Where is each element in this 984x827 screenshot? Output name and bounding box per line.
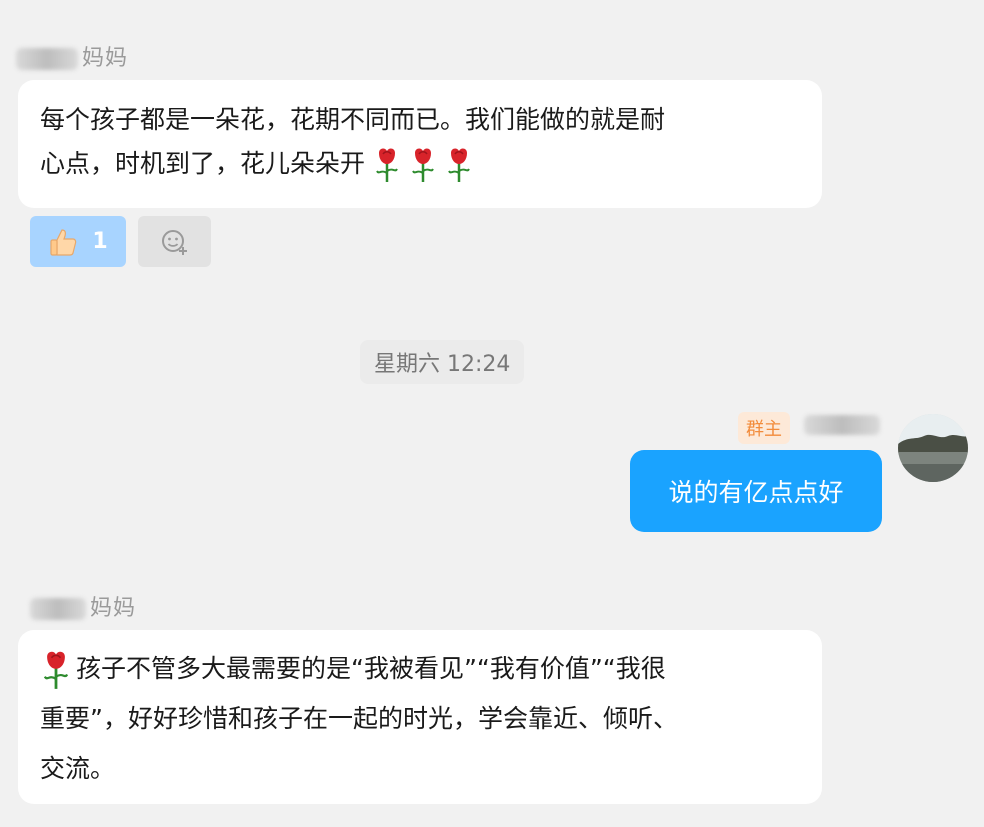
message-line: 孩子不管多大最需要的是“我被看见”“我有价值”“我很 <box>40 644 822 694</box>
message-text: 孩子不管多大最需要的是“我被看见”“我有价值”“我很 <box>76 654 666 683</box>
my-message-bubble[interactable]: 说的有亿点点好 <box>630 450 882 532</box>
message-line: 交流。 <box>40 754 116 783</box>
role-badge: 群主 <box>738 412 790 444</box>
add-emoji-icon <box>161 229 187 255</box>
sender-name-suffix: 妈妈 <box>90 596 137 621</box>
message-line: 重要”，好好珍惜和孩子在一起的时光，学会靠近、倾听、 <box>40 704 678 733</box>
rose-icon <box>412 148 434 182</box>
message-text: 心点，时机到了，花儿朵朵开 <box>40 149 366 178</box>
my-message-text: 说的有亿点点好 <box>668 478 844 507</box>
rose-icon <box>447 148 470 182</box>
thumbs-up-reaction[interactable]: 1 <box>30 216 126 267</box>
thumbs-up-icon <box>50 228 77 256</box>
message-line: 心点，时机到了，花儿朵朵开 <box>40 142 822 186</box>
avatar-image <box>898 414 968 482</box>
blurred-name <box>16 48 78 70</box>
rose-icon <box>43 651 69 689</box>
blurred-name <box>30 598 86 620</box>
message-bubble[interactable]: 孩子不管多大最需要的是“我被看见”“我有价值”“我很 重要”，好好珍惜和孩子在一… <box>18 630 822 804</box>
blurred-name <box>804 414 884 438</box>
message-bubble[interactable]: 每个孩子都是一朵花，花期不同而已。我们能做的就是耐 心点，时机到了，花儿朵朵开 <box>18 80 822 208</box>
reaction-count: 1 <box>92 229 108 254</box>
timestamp: 星期六 12:24 <box>360 340 525 384</box>
add-reaction-button[interactable] <box>138 216 211 267</box>
avatar[interactable] <box>898 414 968 482</box>
sender-name: 妈妈 <box>30 590 136 622</box>
rose-icon <box>376 148 398 182</box>
sender-name-suffix: 妈妈 <box>82 46 129 71</box>
sender-name: 妈妈 <box>16 40 128 72</box>
message-line: 每个孩子都是一朵花，花期不同而已。我们能做的就是耐 <box>40 105 666 134</box>
